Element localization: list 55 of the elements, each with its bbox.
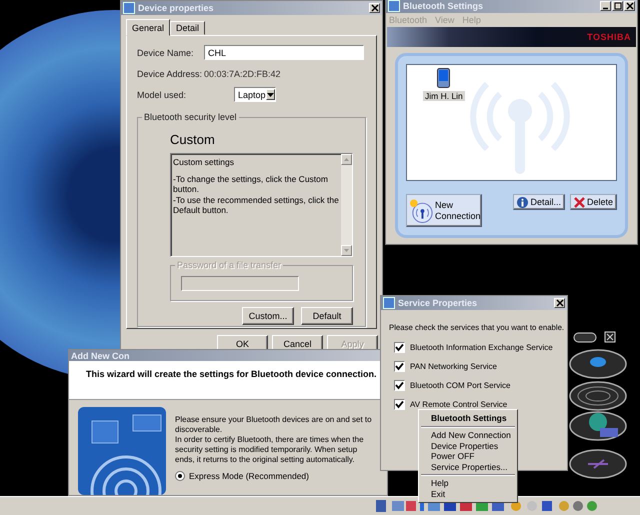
new-connection-button[interactable]: New Connection [406,194,482,227]
field-label: Model used: [137,90,188,100]
service-label[interactable]: Bluetooth Information Exchange Service [410,342,553,352]
device-address: 00:03:7A:2D:FB:42 [204,68,281,78]
scroll-down-icon[interactable] [341,245,352,256]
service-label[interactable]: PAN Networking Service [410,362,497,370]
info-icon [517,196,528,208]
close-icon[interactable] [369,3,380,13]
menu-item[interactable]: Device Properties [419,440,517,452]
tab[interactable]: General [126,19,170,36]
service-label[interactable]: AV Remote Control Service [410,400,508,408]
group-label: Bluetooth security level [142,112,239,122]
maximize-icon[interactable] [612,1,623,11]
field-label: Device Address: [137,68,204,78]
close-icon[interactable] [624,1,635,11]
menu-item[interactable]: Add New Connection [419,430,517,441]
pda-icon[interactable] [437,68,450,88]
dialog-button[interactable]: Default [301,307,353,325]
instruction-text: In order to certify Bluetooth, there are times when the security setting is modified temporarily. When setup ends, it returns to the original setting automatically. [175,435,365,465]
checkbox[interactable] [394,380,405,390]
radio-option[interactable]: Express Mode (Recommended) [175,471,373,481]
wizard-heading: This wizard will create the settings for Bluetooth device connection. [86,369,377,379]
field-label: Device Name: [137,48,195,58]
security-level-heading: Custom [170,132,216,147]
window-title: Add New Con [71,350,130,360]
minimize-icon[interactable] [600,1,611,11]
device-name-field[interactable]: CHL [204,45,364,60]
window-title: Bluetooth Settings [403,1,484,11]
device-label[interactable]: Jim H. Lin [423,91,465,101]
scrollbar[interactable] [341,154,352,256]
detail-button[interactable]: Detail... [513,194,565,210]
menu-item[interactable]: Power OFF [419,451,517,462]
menu-item[interactable]: Bluetooth Settings [419,412,517,424]
window-title: Device properties [138,3,215,13]
instruction-text: Please ensure your Bluetooth devices are on and set to discoverable. [175,415,373,435]
menu-item[interactable]: Help [419,478,517,489]
delete-button[interactable]: Delete [570,194,617,210]
brand-logo: TOSHIBA [587,32,631,42]
radio-button[interactable] [175,471,185,481]
service-label[interactable]: Bluetooth COM Port Service [410,380,510,390]
delete-icon [574,196,585,208]
description-text: Custom settings [173,157,235,168]
description-text: -To change the settings, click the Custom button. -To use the recommended settings, click the Default button. [173,174,339,215]
menu-item[interactable]: Service Properties... [419,462,517,472]
scroll-up-icon[interactable] [341,154,352,165]
close-icon[interactable] [554,298,565,308]
checkbox[interactable] [394,342,405,352]
checkbox[interactable] [394,398,405,410]
new-connection-icon [409,198,434,224]
checkbox[interactable] [394,360,405,372]
tab[interactable]: Detail [170,21,206,35]
window-title: Service Properties [398,298,478,308]
menu-item[interactable]: Exit [419,488,517,500]
dialog-button[interactable]: Custom... [242,307,294,325]
model-dropdown[interactable]: Laptop [234,87,276,102]
